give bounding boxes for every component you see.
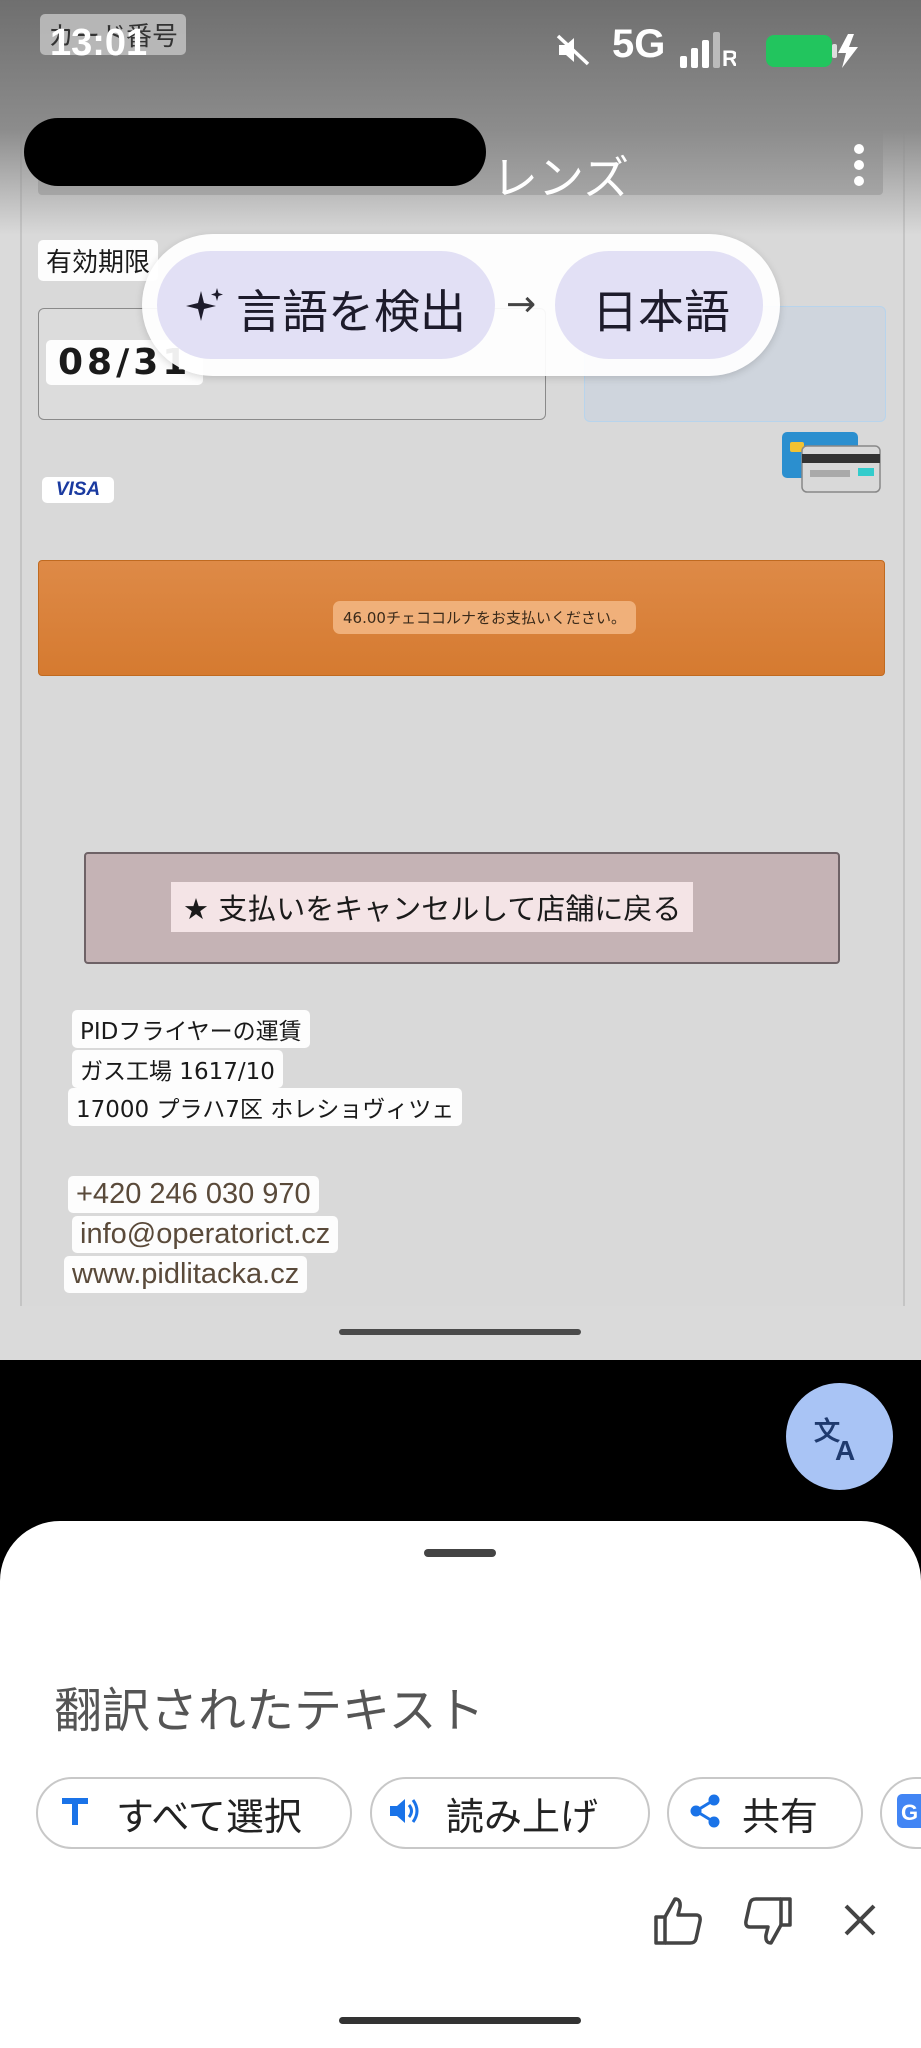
source-language-label: 言語を検出 (236, 285, 466, 339)
pay-button-label: 46.00チェココルナをお支払いください。 (333, 601, 636, 634)
svg-text:R: R (722, 46, 736, 68)
battery-icon (766, 34, 858, 68)
home-indicator (339, 2017, 581, 2024)
redacted-region (24, 118, 486, 186)
listen-label: 読み上げ (446, 1795, 599, 1839)
address-line: PIDフライヤーの運賃 (72, 1010, 310, 1048)
status-time: 13:01 (50, 22, 148, 64)
drag-handle[interactable] (424, 1549, 496, 1557)
svg-text:A: A (835, 1435, 855, 1464)
contact-email: info@operatorict.cz (72, 1216, 339, 1253)
contact-phone: +420 246 030 970 (68, 1176, 319, 1213)
network-type: 5G (612, 22, 666, 66)
signal-icon: R (680, 32, 736, 68)
contact-website: www.pidlitacka.cz (64, 1256, 308, 1293)
select-all-label: すべて選択 (116, 1795, 302, 1839)
speaker-icon (390, 1799, 419, 1823)
expiry-label: 有効期限 (38, 240, 159, 281)
sparkle-icon (186, 288, 223, 321)
google-icon: G (897, 1794, 921, 1828)
share-icon (690, 1794, 720, 1828)
more-options-icon[interactable] (846, 142, 872, 188)
svg-text:G: G (901, 1800, 918, 1825)
captured-screen: カード番号 有効期限 08/31 VISA 46.00チェココルナをお支払いくだ… (0, 0, 921, 1360)
card-icon (782, 432, 881, 493)
translated-text-heading: 翻訳されたテキスト (54, 1683, 485, 1739)
close-icon[interactable] (838, 1898, 882, 1942)
target-language-label: 日本語 (592, 285, 730, 339)
share-label: 共有 (742, 1795, 819, 1839)
visa-logo: VISA (42, 477, 114, 503)
home-indicator (339, 1329, 581, 1335)
address-line: 17000 プラハ7区 ホレショヴィツェ (68, 1088, 463, 1126)
text-select-icon (62, 1798, 88, 1825)
cancel-button-label: ★ 支払いをキャンセルして店舗に戻る (171, 882, 694, 932)
address-line: ガス工場 1617/10 (72, 1050, 283, 1088)
app-title: レンズ (492, 151, 630, 205)
translate-icon: 文 A (814, 1416, 855, 1464)
mute-icon (556, 34, 590, 66)
thumbs-down-icon[interactable] (742, 1895, 794, 1947)
thumbs-up-icon[interactable] (652, 1895, 704, 1947)
arrow-icon: → (506, 284, 537, 325)
